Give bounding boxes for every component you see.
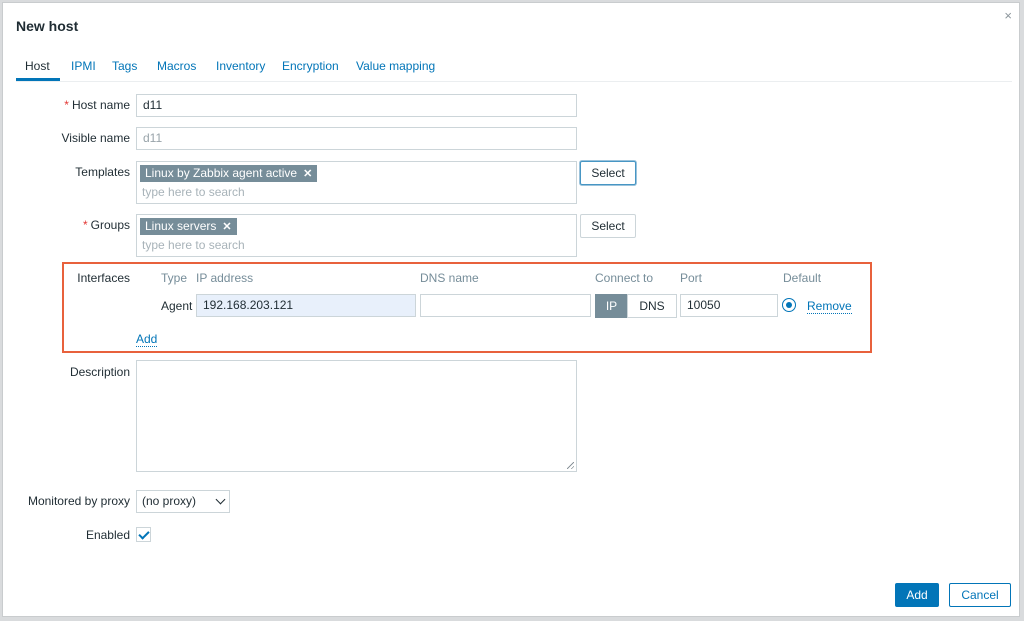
- add-button[interactable]: Add: [895, 583, 939, 607]
- interface-connect-header: Connect to: [595, 271, 654, 285]
- connect-dns-toggle[interactable]: DNS: [627, 294, 677, 318]
- groups-search-placeholder[interactable]: type here to search: [142, 238, 245, 252]
- proxy-select[interactable]: (no proxy): [136, 490, 230, 513]
- templates-select-button[interactable]: Select: [580, 161, 636, 185]
- groups-label: * Groups: [83, 218, 130, 232]
- cancel-button[interactable]: Cancel: [949, 583, 1011, 607]
- tab-bar: Host IPMI Tags Macros Inventory Encrypti…: [16, 55, 1012, 82]
- chevron-down-icon: [215, 494, 226, 505]
- resize-grip-icon[interactable]: [567, 462, 574, 469]
- interfaces-label: Interfaces: [77, 271, 130, 285]
- visible-name-label: Visible name: [61, 131, 130, 145]
- description-textarea[interactable]: [136, 360, 577, 472]
- host-name-label: * Host name: [64, 98, 130, 112]
- tab-tags[interactable]: Tags: [112, 59, 137, 73]
- groups-label-text: Groups: [90, 218, 130, 232]
- required-marker: *: [64, 98, 69, 112]
- interface-port-input[interactable]: 10050: [680, 294, 778, 317]
- tab-macros[interactable]: Macros: [157, 59, 196, 73]
- tab-encryption[interactable]: Encryption: [282, 59, 339, 73]
- templates-multiselect[interactable]: Linux by Zabbix agent active ✕ type here …: [136, 161, 577, 204]
- proxy-selected-value: (no proxy): [142, 494, 197, 508]
- group-chip: Linux servers ✕: [140, 218, 237, 235]
- enabled-checkbox[interactable]: [136, 527, 151, 542]
- tab-value-mapping[interactable]: Value mapping: [356, 59, 435, 73]
- templates-search-placeholder[interactable]: type here to search: [142, 185, 245, 199]
- interface-default-header: Default: [783, 271, 822, 285]
- tab-inventory[interactable]: Inventory: [216, 59, 265, 73]
- interface-type-header: Type: [161, 271, 188, 285]
- close-icon[interactable]: ✕: [222, 221, 231, 233]
- interface-dns-input[interactable]: [420, 294, 591, 317]
- close-icon[interactable]: ×: [1004, 8, 1012, 23]
- groups-select-button[interactable]: Select: [580, 214, 636, 238]
- default-interface-radio[interactable]: [782, 298, 796, 312]
- tab-ipmi[interactable]: IPMI: [71, 59, 96, 73]
- interface-ip-header: IP address: [196, 271, 254, 285]
- add-interface-link[interactable]: Add: [136, 332, 158, 347]
- interface-type: Agent: [161, 299, 193, 313]
- active-tab-indicator: [16, 78, 60, 81]
- groups-multiselect[interactable]: Linux servers ✕ type here to search: [136, 214, 577, 257]
- proxy-label: Monitored by proxy: [27, 494, 130, 508]
- tab-host[interactable]: Host: [25, 59, 50, 73]
- interface-port-header: Port: [680, 271, 703, 285]
- connect-ip-toggle[interactable]: IP: [595, 294, 628, 318]
- required-marker: *: [82, 218, 88, 232]
- interface-dns-header: DNS name: [420, 271, 479, 285]
- remove-interface-link[interactable]: Remove: [807, 299, 852, 314]
- description-label: Description: [69, 365, 130, 379]
- host-name-label-text: Host name: [71, 98, 130, 112]
- dialog-title: New host: [16, 18, 79, 34]
- template-chip: Linux by Zabbix agent active ✕: [140, 165, 318, 182]
- host-name-input[interactable]: d11: [136, 94, 577, 117]
- interface-ip-input[interactable]: 192.168.203.121: [196, 294, 416, 317]
- template-chip-label: Linux by Zabbix agent active: [145, 166, 298, 180]
- close-icon[interactable]: ✕: [303, 168, 312, 180]
- visible-name-input[interactable]: d11: [136, 127, 577, 150]
- group-chip-label: Linux servers: [145, 219, 217, 233]
- templates-label: Templates: [75, 165, 130, 179]
- enabled-label: Enabled: [85, 528, 130, 542]
